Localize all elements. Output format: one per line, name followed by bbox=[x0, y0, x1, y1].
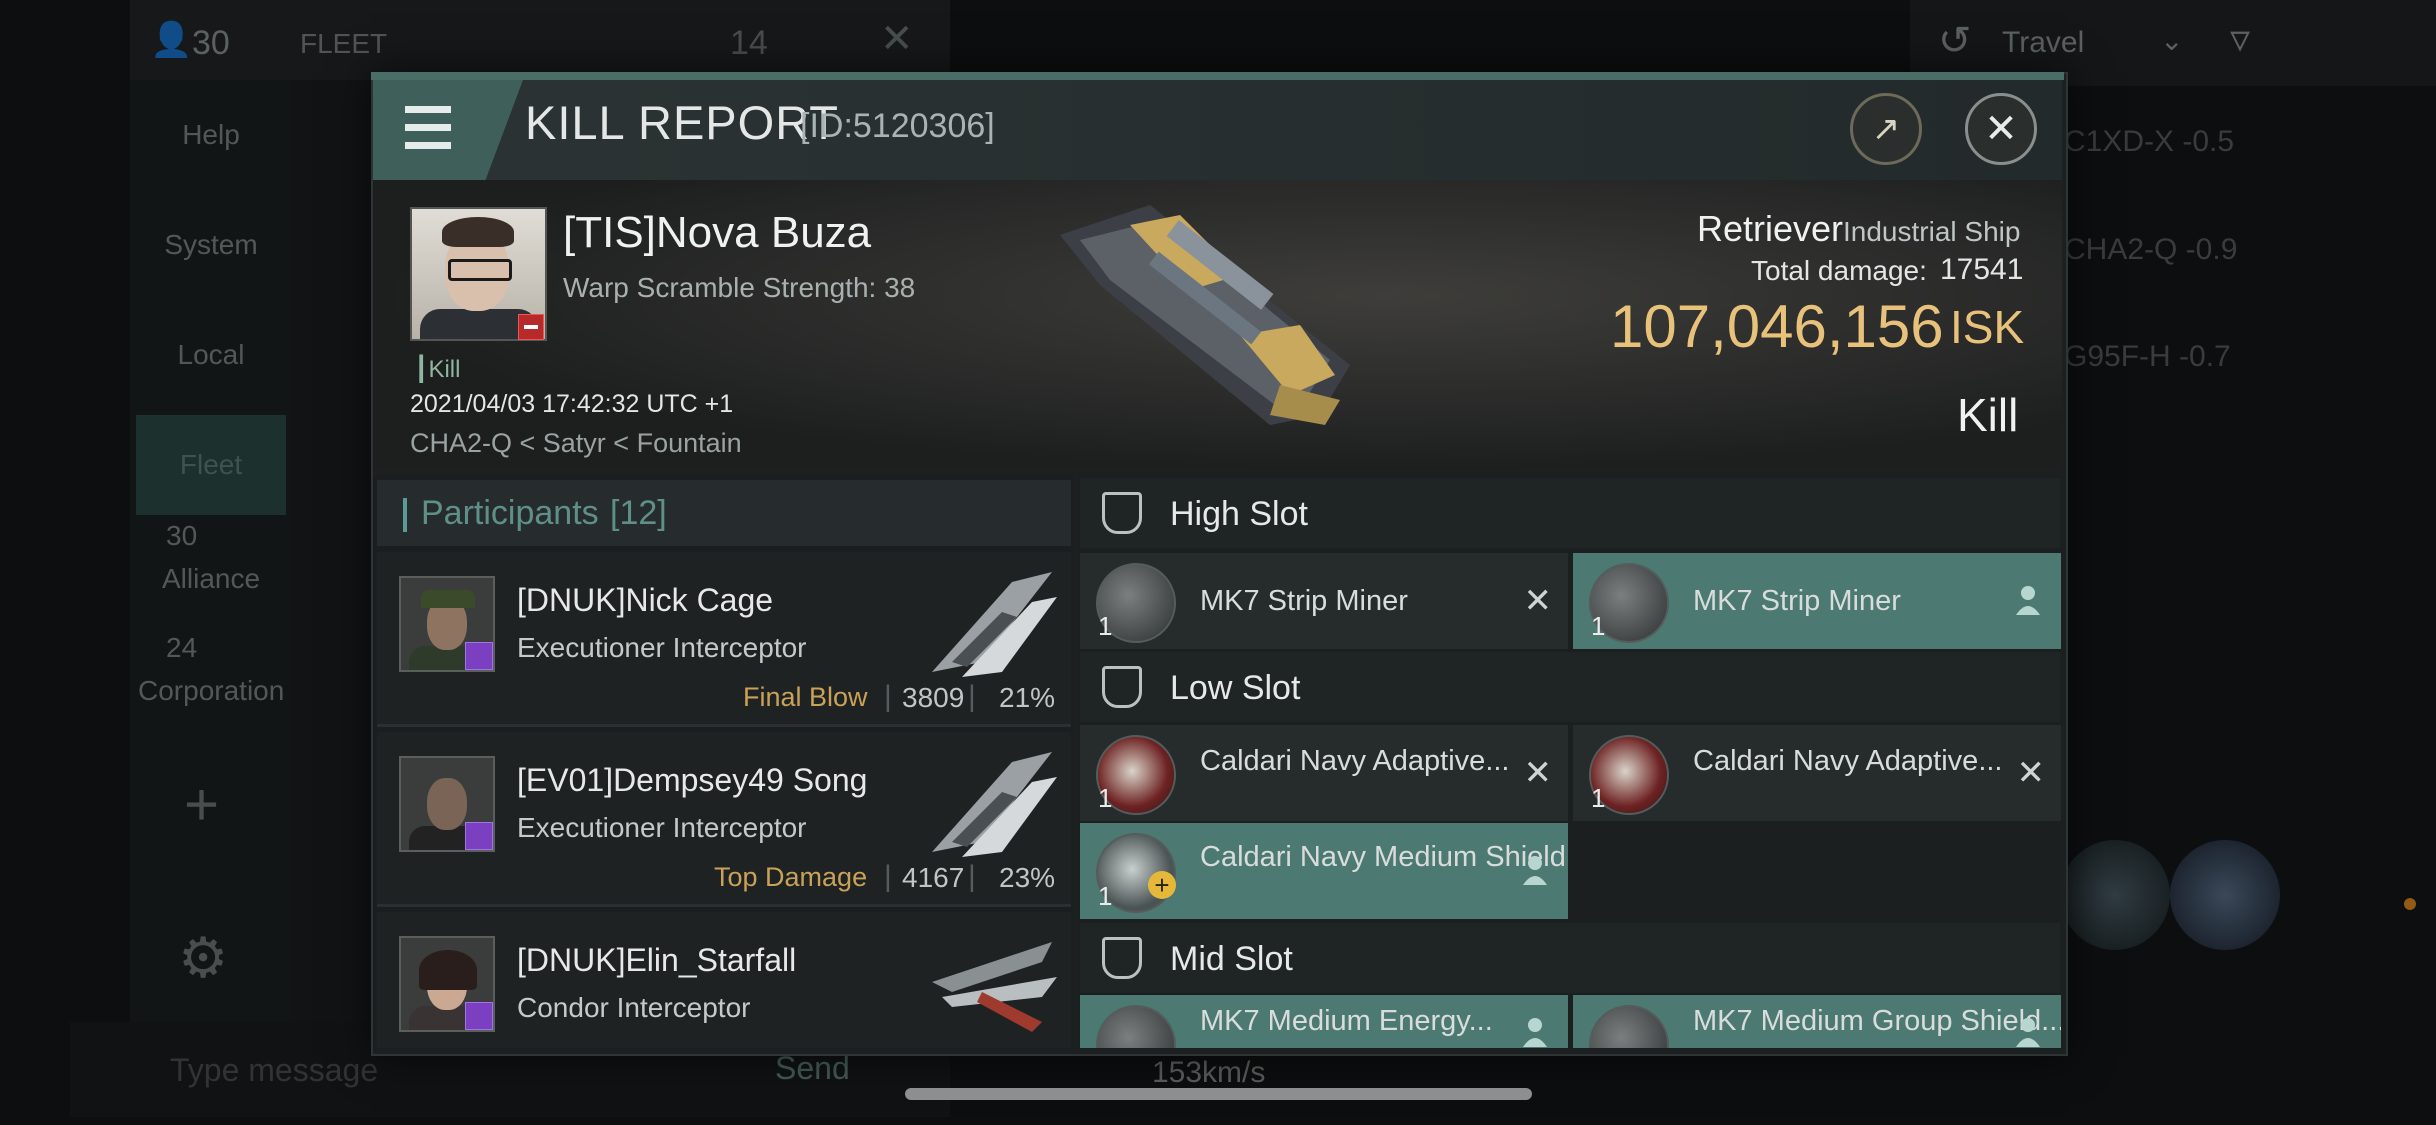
dropped-person-icon bbox=[2016, 1018, 2040, 1047]
participants-count: [12] bbox=[610, 494, 667, 532]
share-icon: ↗ bbox=[1871, 110, 1901, 148]
module-name: Caldari Navy Medium Shield ... bbox=[1200, 841, 1568, 873]
high-slot-label: High Slot bbox=[1170, 495, 1308, 533]
participant-ship: Condor Interceptor bbox=[517, 992, 751, 1023]
result-label: Kill bbox=[1957, 389, 2019, 441]
separator: | bbox=[884, 680, 892, 713]
kill-tag-label: Kill bbox=[428, 356, 461, 383]
role-badge-icon bbox=[465, 642, 493, 670]
mid-slot-label: Mid Slot bbox=[1170, 940, 1293, 978]
kill-tag: ┃Kill bbox=[414, 356, 461, 383]
module-qty: 1 bbox=[1098, 611, 1113, 641]
participant-row[interactable]: [DNUK]Nick Cage Executioner Interceptor … bbox=[377, 552, 1071, 727]
module-name: MK7 Strip Miner bbox=[1693, 585, 1901, 617]
high-slot-header: High Slot bbox=[1080, 478, 2060, 548]
menu-icon bbox=[405, 106, 451, 113]
participant-damage: 4167 bbox=[902, 862, 965, 893]
total-damage: 17541 bbox=[1940, 253, 2024, 286]
close-icon: ✕ bbox=[1984, 107, 2018, 151]
module-qty: 1 bbox=[1591, 611, 1606, 641]
victim-name[interactable]: [TIS]Nova Buza bbox=[563, 208, 871, 258]
module-name: Caldari Navy Adaptive... bbox=[1200, 745, 1510, 777]
dropped-person-icon bbox=[1523, 1018, 1547, 1047]
separator: | bbox=[884, 860, 892, 893]
participant-ship: Executioner Interceptor bbox=[517, 632, 807, 663]
participant-name: [EV01]Dempsey49 Song bbox=[517, 762, 868, 798]
final-blow-tag: Final Blow bbox=[743, 682, 868, 712]
ship-name[interactable]: Retriever bbox=[1697, 208, 1843, 250]
plus-badge-icon: + bbox=[1148, 871, 1176, 899]
close-button[interactable]: ✕ bbox=[1965, 93, 2037, 165]
module-slot[interactable]: 1 Caldari Navy Adaptive... ✕ bbox=[1573, 725, 2061, 821]
slot-icon bbox=[1102, 492, 1142, 534]
separator: | bbox=[968, 680, 976, 713]
kill-location[interactable]: CHA2-Q < Satyr < Fountain bbox=[410, 428, 742, 459]
participant-row[interactable]: [EV01]Dempsey49 Song Executioner Interce… bbox=[377, 732, 1071, 907]
home-indicator bbox=[905, 1088, 1532, 1100]
low-slot-label: Low Slot bbox=[1170, 669, 1301, 707]
participant-name: [DNUK]Nick Cage bbox=[517, 582, 774, 618]
participant-row[interactable]: [DNUK]Elin_Starfall Condor Interceptor bbox=[377, 912, 1071, 1048]
module-name: MK7 Strip Miner bbox=[1200, 585, 1408, 617]
module-slot[interactable]: MK7 Medium Group Shield... bbox=[1573, 995, 2061, 1048]
interceptor-ship-icon bbox=[932, 752, 1057, 857]
page-title: KILL REPORT bbox=[525, 96, 839, 149]
participant-percent: 23% bbox=[999, 862, 1056, 893]
role-badge-icon bbox=[465, 1002, 493, 1030]
participant-percent: 21% bbox=[999, 682, 1056, 713]
dropped-person-icon bbox=[2016, 586, 2040, 615]
energy-module-icon bbox=[1096, 1005, 1176, 1048]
module-qty: 1 bbox=[1591, 783, 1606, 813]
shield-module-icon bbox=[1589, 1005, 1669, 1048]
participant-damage: 3809 bbox=[902, 682, 965, 713]
module-qty: 1 bbox=[1098, 881, 1113, 911]
share-button[interactable]: ↗ bbox=[1850, 93, 1922, 165]
participants-header: Participants [12] bbox=[377, 480, 1071, 546]
participants-title: Participants bbox=[421, 494, 599, 532]
separator: | bbox=[968, 860, 976, 893]
module-name: MK7 Medium Energy... bbox=[1200, 1005, 1493, 1037]
module-name: Caldari Navy Adaptive... bbox=[1693, 745, 2003, 777]
standing-badge bbox=[518, 314, 544, 340]
kill-datetime: 2021/04/03 17:42:32 UTC +1 bbox=[410, 390, 734, 418]
top-damage-tag: Top Damage bbox=[714, 862, 868, 892]
dropped-person-icon bbox=[1523, 856, 1547, 885]
module-name: MK7 Medium Group Shield... bbox=[1693, 1005, 2061, 1037]
destroyed-icon: ✕ bbox=[1523, 754, 1553, 792]
module-slot[interactable]: MK7 Medium Energy... bbox=[1080, 995, 1568, 1048]
menu-icon bbox=[405, 142, 451, 149]
slot-icon bbox=[1102, 937, 1142, 979]
low-slot-header: Low Slot bbox=[1080, 652, 2060, 722]
kill-id: [ID:5120306] bbox=[800, 107, 995, 145]
mid-slot-header: Mid Slot bbox=[1080, 923, 2060, 993]
participant-name: [DNUK]Elin_Starfall bbox=[517, 942, 797, 978]
menu-icon bbox=[405, 124, 451, 131]
module-slot[interactable]: + 1 Caldari Navy Medium Shield ... bbox=[1080, 823, 1568, 919]
interceptor-ship-icon bbox=[932, 572, 1057, 677]
victim-ship-image bbox=[1060, 205, 1350, 425]
isk-value: 107,046,156 bbox=[1610, 293, 1944, 360]
destroyed-icon: ✕ bbox=[2016, 754, 2046, 792]
condor-ship-icon bbox=[932, 942, 1057, 1032]
slot-icon bbox=[1102, 666, 1142, 708]
participant-ship: Executioner Interceptor bbox=[517, 812, 807, 843]
role-badge-icon bbox=[465, 822, 493, 850]
total-damage-label: Total damage: bbox=[1751, 255, 1927, 286]
module-slot[interactable]: 1 Caldari Navy Adaptive... ✕ bbox=[1080, 725, 1568, 821]
modal-accent-line bbox=[371, 72, 2064, 80]
module-qty: 1 bbox=[1098, 783, 1113, 813]
isk-unit: ISK bbox=[1950, 301, 2025, 353]
module-slot[interactable]: 1 MK7 Strip Miner bbox=[1573, 553, 2061, 649]
ship-class: Industrial Ship bbox=[1843, 216, 2021, 247]
destroyed-icon: ✕ bbox=[1523, 582, 1553, 620]
module-slot[interactable]: 1 MK7 Strip Miner ✕ bbox=[1080, 553, 1568, 649]
warp-scramble: Warp Scramble Strength: 38 bbox=[563, 272, 916, 303]
